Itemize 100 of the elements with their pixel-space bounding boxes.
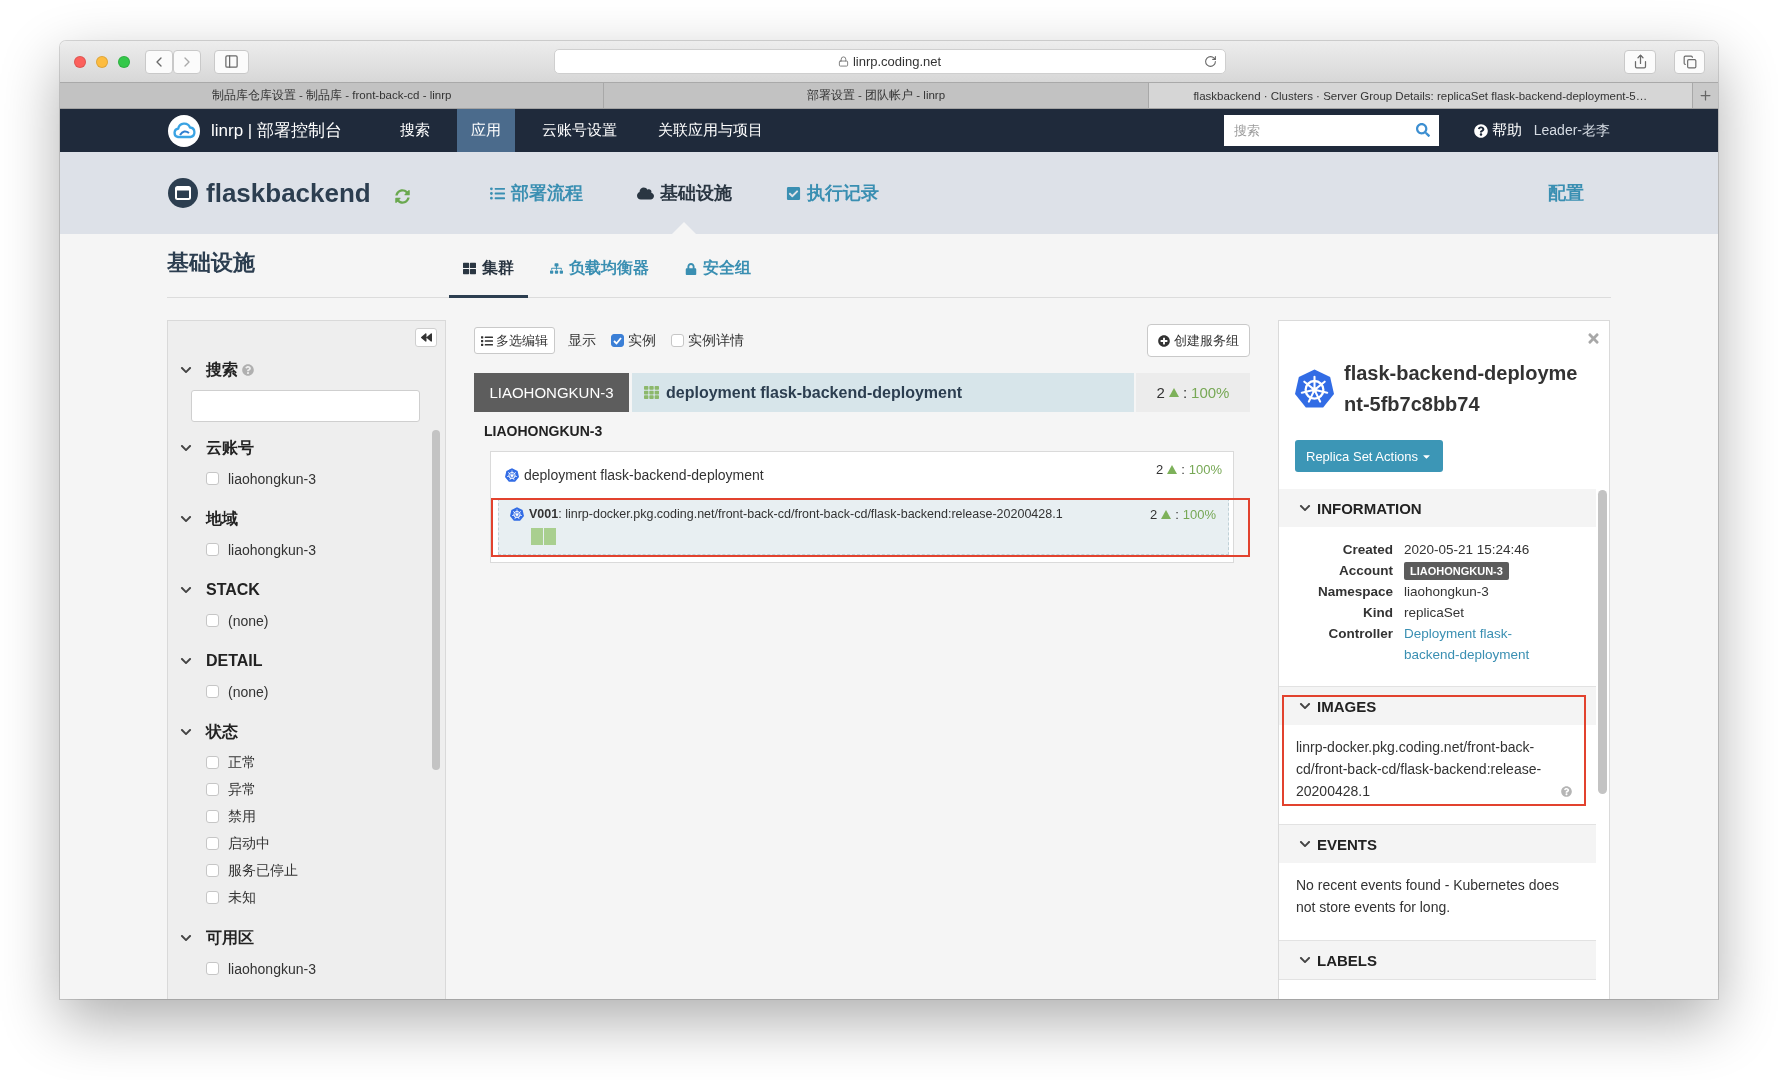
list-icon (481, 334, 493, 347)
section-toggle[interactable]: INFORMATION (1279, 489, 1596, 527)
help-link[interactable]: 帮助 (1473, 121, 1522, 140)
filter-section-toggle[interactable]: 地域 (180, 507, 238, 531)
filter-section-toggle[interactable]: 状态 (180, 720, 238, 744)
help-icon[interactable] (1561, 786, 1572, 797)
cloud-logo-icon (168, 114, 200, 147)
count-separator: : (1175, 507, 1179, 522)
checkbox[interactable] (206, 962, 219, 975)
checkbox[interactable] (611, 334, 624, 347)
display-option[interactable]: 实例详情 (671, 331, 744, 350)
page-title: 基础设施 (167, 249, 256, 277)
filter-option[interactable]: liaohongkun-3 (206, 536, 432, 563)
filter-option[interactable]: 禁用 (206, 803, 432, 830)
filter-option[interactable]: (none) (206, 607, 432, 634)
health-percent: 100% (1188, 462, 1222, 477)
checkbox[interactable] (206, 864, 219, 877)
collapse-button[interactable] (415, 328, 437, 347)
section-toggle[interactable]: LABELS (1279, 941, 1596, 979)
instance-tile[interactable] (531, 528, 543, 545)
server-group-name: deployment flask-backend-deployment (524, 466, 764, 483)
kubernetes-wheel-icon (510, 507, 524, 521)
infrastructure-tab[interactable]: 集群 (449, 234, 528, 298)
scrollbar-thumb[interactable] (1598, 490, 1607, 794)
application-icon (168, 178, 198, 208)
cluster-header-bar[interactable]: deployment flask-backend-deployment (632, 373, 1134, 412)
share-button[interactable] (1624, 49, 1656, 74)
filter-section-toggle[interactable]: 可用区 (180, 926, 254, 950)
sidebar-icon (224, 54, 239, 69)
region-heading: LIAOHONGKUN-3 (484, 422, 604, 441)
user-menu[interactable]: Leader-老李 (1533, 121, 1610, 140)
help-icon[interactable] (242, 364, 254, 376)
app-section-tab[interactable]: 基础设施 (636, 152, 732, 234)
checkbox[interactable] (206, 837, 219, 850)
filter-section-toggle[interactable]: 搜索 (180, 358, 440, 382)
instance-count: 2 (1156, 384, 1165, 401)
search-icon[interactable] (1415, 123, 1430, 137)
multi-edit-button[interactable]: 多选编辑 (474, 327, 555, 354)
checkbox[interactable] (206, 472, 219, 485)
refresh-icon[interactable] (394, 188, 410, 204)
filter-option[interactable]: (none) (206, 678, 432, 705)
checkbox[interactable] (206, 810, 219, 823)
browser-tab[interactable]: flaskbackend · Clusters · Server Group Details: replicaSet flask-backend-deployment-5… (1147, 83, 1692, 108)
share-icon (1632, 54, 1648, 69)
kubernetes-wheel-icon (505, 467, 519, 482)
filter-section-toggle[interactable]: DETAIL (180, 649, 263, 673)
checkbox[interactable] (206, 543, 219, 556)
close-window-icon[interactable] (74, 55, 86, 68)
lock-icon (685, 262, 697, 275)
checkbox[interactable] (206, 756, 219, 769)
filter-section-toggle[interactable]: 云账号 (180, 436, 254, 460)
filter-search-field[interactable] (191, 390, 420, 422)
minimize-window-icon[interactable] (96, 55, 108, 68)
filter-option[interactable]: 服务已停止 (206, 857, 432, 884)
health-percent: 100% (1191, 384, 1230, 401)
checkbox[interactable] (206, 685, 219, 698)
field-value: liaohongkun-3 (1404, 583, 1489, 601)
section-toggle[interactable]: EVENTS (1279, 825, 1596, 863)
back-button[interactable] (145, 49, 173, 74)
field-label: Namespace (1316, 583, 1393, 601)
checkbox[interactable] (206, 891, 219, 904)
address-bar[interactable]: linrp.coding.net (553, 49, 1226, 74)
filter-option[interactable]: 异常 (206, 776, 432, 803)
zoom-window-icon[interactable] (118, 55, 130, 68)
sidebar-toggle-button[interactable] (214, 49, 249, 74)
new-tab-button[interactable] (1692, 83, 1718, 108)
nav-menu-item[interactable]: 云账号设置 (528, 109, 631, 152)
create-server-group-button[interactable]: 创建服务组 (1147, 324, 1250, 357)
display-option[interactable]: 实例 (611, 331, 656, 350)
nav-menu-item[interactable]: 搜索 (386, 109, 444, 152)
checkbox[interactable] (206, 614, 219, 627)
controller-link[interactable]: Deployment flask-backend-deployment (1404, 623, 1554, 665)
filter-option[interactable]: 启动中 (206, 830, 432, 857)
reload-button[interactable] (1203, 55, 1217, 68)
cluster-title: deployment flask-backend-deployment (666, 383, 963, 402)
image-path: linrp-docker.pkg.coding.net/front-back-cd/front-back-cd/flask-backend:release-20200428.1 (1296, 738, 1543, 801)
checkbox[interactable] (671, 334, 684, 347)
checkbox[interactable] (206, 783, 219, 796)
filter-option[interactable]: liaohongkun-3 (206, 955, 432, 982)
filter-option[interactable]: 正常 (206, 749, 432, 776)
nav-menu-item[interactable]: 关联应用与项目 (644, 109, 777, 152)
account-heading: LIAOHONGKUN-3 (474, 373, 629, 412)
filter-option[interactable]: liaohongkun-3 (206, 465, 432, 492)
help-icon (1473, 123, 1488, 138)
nav-menu-item[interactable]: 应用 (457, 109, 515, 152)
tab-overview-button[interactable] (1674, 49, 1705, 74)
server-group-name: V001: linrp-docker.pkg.coding.net/front-back-cd/front-back-cd/flask-backend:release-20200428.1 (529, 507, 1063, 521)
kubernetes-wheel-icon (1295, 369, 1334, 408)
close-button[interactable] (1586, 331, 1601, 346)
section-toggle[interactable]: IMAGES (1279, 687, 1596, 725)
display-label: 显示 (568, 331, 596, 350)
forward-button[interactable] (173, 49, 201, 74)
scrollbar-thumb[interactable] (432, 430, 440, 770)
search-field[interactable]: 搜索 (1223, 115, 1439, 146)
filter-section-toggle[interactable]: STACK (180, 578, 260, 602)
plus-icon (1698, 88, 1713, 103)
brand-title: linrp | 部署控制台 (211, 120, 342, 142)
filter-option[interactable]: 未知 (206, 884, 432, 911)
instance-tile[interactable] (544, 528, 556, 545)
count-separator: : (1181, 462, 1185, 477)
